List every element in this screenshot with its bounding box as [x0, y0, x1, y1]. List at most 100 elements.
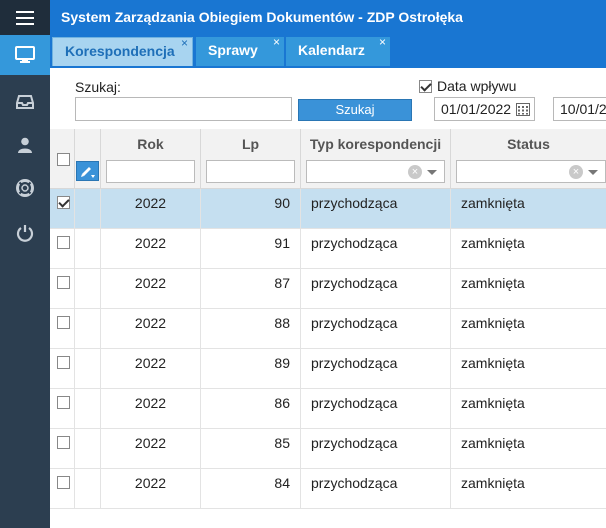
row-checkbox[interactable]: [57, 436, 70, 449]
status-cell: zamknięta: [461, 475, 525, 491]
lp-cell: 84: [201, 469, 301, 509]
menu-button[interactable]: [0, 0, 50, 35]
lp-filter-input[interactable]: [206, 160, 295, 183]
row-select-cell: [50, 309, 75, 349]
clear-icon[interactable]: ×: [569, 165, 583, 179]
row-action-cell: [75, 469, 101, 509]
status-cell: zamknięta: [461, 435, 525, 451]
typ-cell: przychodząca: [301, 389, 451, 429]
rok-cell: 2022: [101, 389, 201, 429]
rok-cell: 2022: [101, 469, 201, 509]
rok-cell: 2022: [101, 269, 201, 309]
row-action-cell: [75, 229, 101, 269]
rok-cell: 2022: [101, 349, 201, 389]
chevron-down-icon[interactable]: [427, 170, 437, 175]
table-row[interactable]: 2022 84 przychodząca zamknięta: [50, 469, 606, 509]
power-icon: [16, 225, 34, 242]
column-title: Typ korespondencji: [309, 136, 442, 152]
typ-cell: przychodząca: [301, 229, 451, 269]
table-row[interactable]: 2022 87 przychodząca zamknięta: [50, 269, 606, 309]
table-row[interactable]: 2022 91 przychodząca zamknięta: [50, 229, 606, 269]
row-checkbox[interactable]: [57, 316, 70, 329]
row-select-cell: [50, 349, 75, 389]
status-cell: zamknięta: [461, 355, 525, 371]
row-checkbox[interactable]: [57, 236, 70, 249]
user-icon: [18, 137, 32, 153]
clear-icon[interactable]: ×: [408, 165, 422, 179]
row-checkbox[interactable]: [57, 276, 70, 289]
status-filter-select[interactable]: ×: [456, 160, 606, 183]
row-select-cell: [50, 469, 75, 509]
calendar-icon[interactable]: [516, 102, 530, 116]
date-to-input[interactable]: 10/01/20: [553, 97, 606, 121]
table-row[interactable]: 2022 90 przychodząca zamknięta: [50, 189, 606, 229]
column-header-typ[interactable]: Typ korespondencji ×: [301, 129, 451, 189]
column-header-status[interactable]: Status ×: [451, 129, 606, 189]
column-header-lp[interactable]: Lp: [201, 129, 301, 189]
tab-label: Sprawy: [208, 42, 258, 58]
column-title: Status: [507, 136, 550, 152]
correspondence-grid: Rok Lp Typ korespondencji × Status × 202…: [50, 129, 606, 528]
lp-cell: 91: [201, 229, 301, 269]
search-button[interactable]: Szukaj: [298, 99, 412, 121]
sidebar-item-user[interactable]: [0, 125, 50, 165]
typ-cell: przychodząca: [301, 429, 451, 469]
lp-cell: 85: [201, 429, 301, 469]
sidebar-item-logout[interactable]: [0, 213, 50, 253]
typ-cell: przychodząca: [301, 189, 451, 229]
row-checkbox[interactable]: [57, 196, 70, 209]
row-checkbox[interactable]: [57, 396, 70, 409]
typ-filter-select[interactable]: ×: [306, 160, 445, 183]
table-row[interactable]: 2022 85 przychodząca zamknięta: [50, 429, 606, 469]
table-row[interactable]: 2022 89 przychodząca zamknięta: [50, 349, 606, 389]
status-cell: zamknięta: [461, 275, 525, 291]
table-row[interactable]: 2022 88 przychodząca zamknięta: [50, 309, 606, 349]
rok-cell: 2022: [101, 229, 201, 269]
tab-sprawy[interactable]: Sprawy ×: [196, 35, 284, 66]
app-title: System Zarządzania Obiegiem Dokumentów -…: [50, 0, 606, 35]
typ-cell: przychodząca: [301, 269, 451, 309]
edit-button[interactable]: [76, 161, 99, 181]
close-icon[interactable]: ×: [181, 30, 188, 57]
table-row[interactable]: 2022 86 przychodząca zamknięta: [50, 389, 606, 429]
sidebar-item-inbox[interactable]: [0, 82, 50, 122]
monitor-icon: [15, 46, 35, 63]
search-input[interactable]: [75, 97, 292, 121]
close-icon[interactable]: ×: [273, 29, 280, 56]
row-action-cell: [75, 349, 101, 389]
column-header-rok[interactable]: Rok: [101, 129, 201, 189]
row-checkbox[interactable]: [57, 476, 70, 489]
date-to-value: 10/01/20: [560, 101, 606, 117]
select-all-cell: [50, 129, 75, 189]
grid-header: Rok Lp Typ korespondencji × Status ×: [50, 129, 606, 189]
tab-kalendarz[interactable]: Kalendarz ×: [286, 35, 390, 66]
rok-cell: 2022: [101, 189, 201, 229]
sidebar: [0, 0, 50, 528]
tab-korespondencja[interactable]: Korespondencja ×: [52, 36, 193, 66]
status-cell: zamknięta: [461, 195, 525, 211]
row-checkbox[interactable]: [57, 356, 70, 369]
edit-icon: [81, 167, 95, 178]
date-checkbox[interactable]: [419, 80, 432, 93]
date-from-value: 01/01/2022: [441, 101, 512, 117]
sidebar-item-help[interactable]: [0, 168, 50, 208]
sidebar-item-correspondence[interactable]: [0, 35, 50, 75]
close-icon[interactable]: ×: [379, 29, 386, 56]
lp-cell: 89: [201, 349, 301, 389]
row-select-cell: [50, 429, 75, 469]
filter-panel: Szukaj: Szukaj Data wpływu 01/01/2022 10…: [50, 66, 606, 129]
rok-cell: 2022: [101, 309, 201, 349]
typ-cell: przychodząca: [301, 349, 451, 389]
chevron-down-icon[interactable]: [588, 170, 598, 175]
typ-cell: przychodząca: [301, 469, 451, 509]
lifebuoy-icon: [16, 179, 34, 197]
lp-cell: 87: [201, 269, 301, 309]
column-title: Lp: [241, 136, 260, 152]
row-select-cell: [50, 389, 75, 429]
lp-cell: 88: [201, 309, 301, 349]
date-from-input[interactable]: 01/01/2022: [434, 97, 535, 121]
rok-filter-input[interactable]: [106, 160, 195, 183]
row-action-cell: [75, 389, 101, 429]
select-all-checkbox[interactable]: [57, 153, 70, 166]
tab-label: Kalendarz: [298, 42, 365, 58]
